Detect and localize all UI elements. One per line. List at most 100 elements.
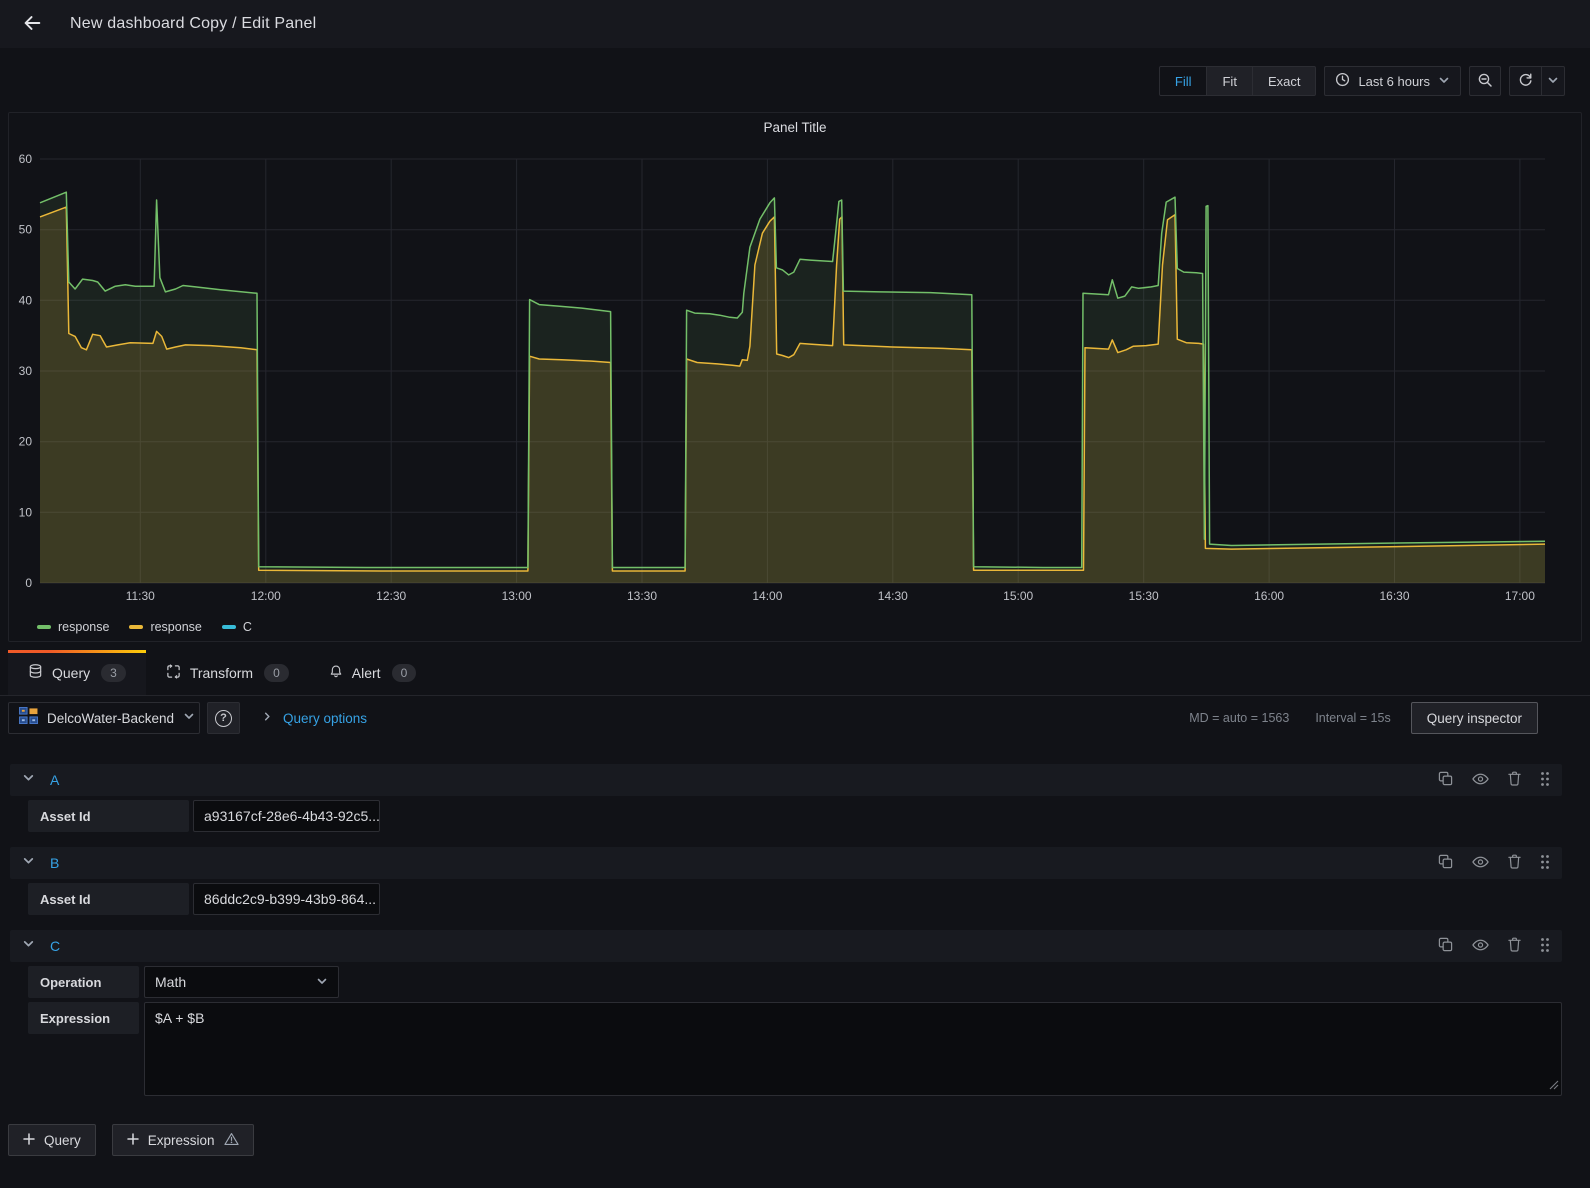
- grafana-edit-panel-screen: New dashboard Copy / Edit Panel Fill Fit…: [0, 0, 1590, 1188]
- expression-textarea[interactable]: $A + $B: [144, 1002, 1562, 1096]
- datasource-picker[interactable]: DelcoWater-Backend: [8, 702, 200, 734]
- query-body: Operation Math Expression $A + $B: [10, 966, 1562, 1096]
- add-expression-label: Expression: [147, 1132, 215, 1148]
- zoom-out-icon: [1477, 72, 1493, 91]
- svg-text:15:00: 15:00: [1003, 589, 1033, 603]
- svg-text:40: 40: [19, 293, 33, 307]
- svg-text:14:30: 14:30: [878, 589, 908, 603]
- warning-triangle-icon: [223, 1132, 239, 1149]
- svg-text:17:00: 17:00: [1505, 589, 1535, 603]
- copy-icon: [1438, 854, 1453, 872]
- delete-query-button[interactable]: [1508, 937, 1521, 955]
- refresh-interval-button[interactable]: [1541, 66, 1565, 96]
- chevron-down-icon: [183, 709, 195, 727]
- resize-grip-icon[interactable]: [1549, 1077, 1559, 1093]
- query-body: Asset Id 86ddc2c9-b399-43b9-864...: [10, 883, 1562, 915]
- svg-text:13:30: 13:30: [627, 589, 657, 603]
- legend-swatch-icon: [221, 625, 236, 629]
- tab-label: Query: [52, 664, 91, 681]
- field-row: Operation Math: [28, 966, 1562, 998]
- query-actions: [1438, 854, 1550, 873]
- time-series-chart[interactable]: 0 10 20 30 40 50 60 11:30 12:00 12:30 13:00 13:30 14…: [9, 147, 1579, 613]
- app-header: New dashboard Copy / Edit Panel: [0, 0, 1590, 48]
- refresh-button[interactable]: [1509, 66, 1541, 96]
- chevron-down-icon: [22, 854, 35, 872]
- query-inspector-button[interactable]: Query inspector: [1410, 702, 1538, 734]
- size-mode-group: Fill Fit Exact: [1158, 66, 1317, 96]
- field-row: Asset Id a93167cf-28e6-4b43-92c5...: [28, 800, 1562, 832]
- eye-icon: [1472, 939, 1489, 954]
- query-card-a: A Asset Id a93167cf-28e6-4b43-92c5...: [10, 764, 1562, 832]
- duplicate-query-button[interactable]: [1438, 771, 1453, 789]
- legend-label: response: [58, 620, 110, 634]
- drag-dots-icon: [1540, 771, 1550, 790]
- chevron-down-icon: [1547, 74, 1559, 89]
- svg-text:15:30: 15:30: [1129, 589, 1159, 603]
- svg-text:50: 50: [19, 223, 33, 237]
- tab-label: Transform: [189, 664, 254, 681]
- svg-text:10: 10: [19, 505, 33, 519]
- panel-preview: Panel Title 0 10 20 30 40 50 60 11:30 12:00 12:30…: [8, 112, 1582, 642]
- delete-query-button[interactable]: [1508, 854, 1521, 872]
- interval-text: Interval = 15s: [1315, 711, 1391, 725]
- query-ref-id: B: [50, 855, 60, 871]
- svg-text:11:30: 11:30: [126, 589, 155, 603]
- size-mode-fill[interactable]: Fill: [1159, 67, 1208, 95]
- asset-id-input[interactable]: a93167cf-28e6-4b43-92c5...: [193, 800, 380, 832]
- clock-icon: [1335, 72, 1350, 90]
- drag-handle[interactable]: [1540, 937, 1550, 956]
- delete-query-button[interactable]: [1508, 771, 1521, 789]
- query-card-b: B Asset Id 86ddc2c9-b399-43b9-864...: [10, 847, 1562, 915]
- legend-item[interactable]: C: [221, 620, 252, 634]
- query-actions: [1438, 937, 1550, 956]
- tab-transform[interactable]: Transform 0: [146, 650, 309, 695]
- drag-handle[interactable]: [1540, 771, 1550, 790]
- drag-handle[interactable]: [1540, 854, 1550, 873]
- zoom-out-button[interactable]: [1469, 66, 1501, 96]
- tab-count-badge: 0: [391, 663, 417, 682]
- query-card-c: C Operation Math Expression $A + $B: [10, 930, 1562, 1096]
- asset-id-input[interactable]: 86ddc2c9-b399-43b9-864...: [193, 883, 380, 915]
- chart-legend: response response C: [37, 620, 252, 634]
- add-query-button[interactable]: Query: [8, 1124, 96, 1156]
- duplicate-query-button[interactable]: [1438, 937, 1453, 955]
- transform-icon: [166, 663, 181, 682]
- expression-label: Expression: [28, 1002, 139, 1034]
- query-options-label: Query options: [283, 710, 368, 726]
- panel-title[interactable]: Panel Title: [9, 113, 1581, 143]
- datasource-help-button[interactable]: ?: [207, 702, 240, 734]
- query-options-toggle[interactable]: Query options: [262, 709, 367, 727]
- chevron-down-icon: [22, 771, 35, 789]
- chevron-down-icon: [22, 937, 35, 955]
- legend-item[interactable]: response: [129, 620, 202, 634]
- svg-text:0: 0: [25, 576, 32, 590]
- operation-select[interactable]: Math: [144, 966, 339, 998]
- size-mode-fit[interactable]: Fit: [1207, 67, 1253, 95]
- arrow-left-icon: [21, 12, 43, 37]
- add-expression-button[interactable]: Expression: [111, 1124, 254, 1156]
- tab-query[interactable]: Query 3: [8, 650, 146, 695]
- query-ref-id: A: [50, 772, 60, 788]
- query-header[interactable]: B: [10, 847, 1562, 879]
- back-button[interactable]: [16, 8, 48, 40]
- query-header[interactable]: C: [10, 930, 1562, 962]
- tab-count-badge: 0: [264, 663, 289, 682]
- hide-query-button[interactable]: [1472, 773, 1489, 788]
- database-icon: [28, 663, 43, 682]
- panel-toolbar: Fill Fit Exact Last 6 hours: [0, 48, 1590, 112]
- hide-query-button[interactable]: [1472, 939, 1489, 954]
- page-title: New dashboard Copy / Edit Panel: [70, 15, 317, 32]
- svg-text:13:00: 13:00: [502, 589, 532, 603]
- datasource-row: DelcoWater-Backend ? Query options MD = …: [8, 701, 1538, 735]
- eye-icon: [1472, 773, 1489, 788]
- trash-icon: [1508, 854, 1521, 872]
- query-header[interactable]: A: [10, 764, 1562, 796]
- tab-alert[interactable]: Alert 0: [309, 650, 436, 695]
- eye-icon: [1472, 856, 1489, 871]
- time-range-picker[interactable]: Last 6 hours: [1324, 66, 1461, 96]
- size-mode-exact[interactable]: Exact: [1253, 67, 1316, 95]
- duplicate-query-button[interactable]: [1438, 854, 1453, 872]
- legend-item[interactable]: response: [37, 620, 109, 634]
- trash-icon: [1508, 937, 1521, 955]
- hide-query-button[interactable]: [1472, 856, 1489, 871]
